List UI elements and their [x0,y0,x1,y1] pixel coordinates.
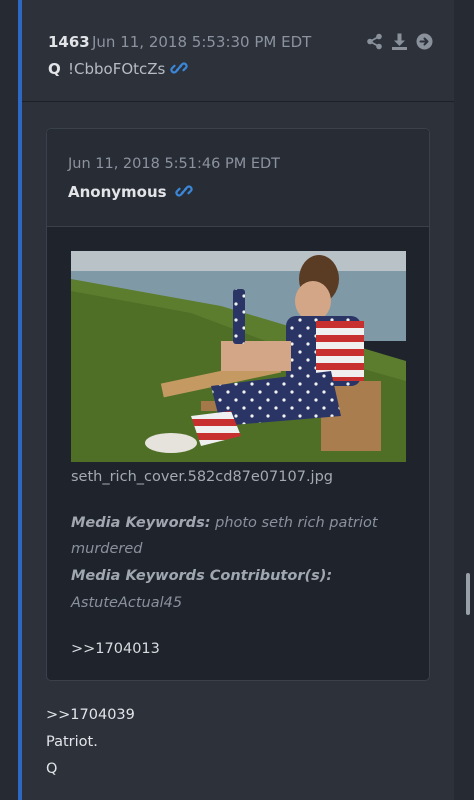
quoted-post-header: Jun 11, 2018 5:51:46 PM EDT Anonymous [47,129,429,227]
link-icon[interactable] [170,60,188,76]
post-header: 1463 Jun 11, 2018 5:53:30 PM EDT Q !Cbbo… [22,0,454,102]
post-card: 1463 Jun 11, 2018 5:53:30 PM EDT Q !Cbbo… [18,0,454,800]
media-keywords: Media Keywords: photo seth rich patriot … [71,510,401,562]
quoted-post: Jun 11, 2018 5:51:46 PM EDT Anonymous se… [46,128,430,681]
link-icon[interactable] [175,183,193,199]
quoted-post-reference[interactable]: >>1704013 [71,641,160,657]
image-filename-link[interactable]: seth_rich_cover.582cd87e07107.jpg [71,469,333,485]
post-date: Jun 11, 2018 5:53:30 PM EDT [92,33,312,51]
author-name: Q [48,60,61,78]
post-reference[interactable]: >>1704039 [46,707,135,723]
scrollbar-thumb[interactable] [466,573,470,615]
download-icon[interactable] [391,33,408,50]
media-keywords-contributor-label: Media Keywords Contributor(s): [71,568,333,584]
quoted-post-author: Anonymous [68,183,167,201]
post-image[interactable] [71,251,406,462]
media-keywords-contributor: Media Keywords Contributor(s): [71,568,401,584]
post-id: 1463 [48,33,90,51]
quoted-post-date: Jun 11, 2018 5:51:46 PM EDT [68,156,280,172]
goto-icon[interactable] [416,33,433,50]
share-icon[interactable] [366,33,383,50]
tripcode: !CbboFOtcZs [68,60,166,78]
media-keywords-label: Media Keywords: [71,515,211,531]
media-keywords-contributor-value: AstuteActual45 [71,595,183,611]
post-signature: Q [46,761,58,777]
post-body-text: Patriot. [46,734,98,750]
